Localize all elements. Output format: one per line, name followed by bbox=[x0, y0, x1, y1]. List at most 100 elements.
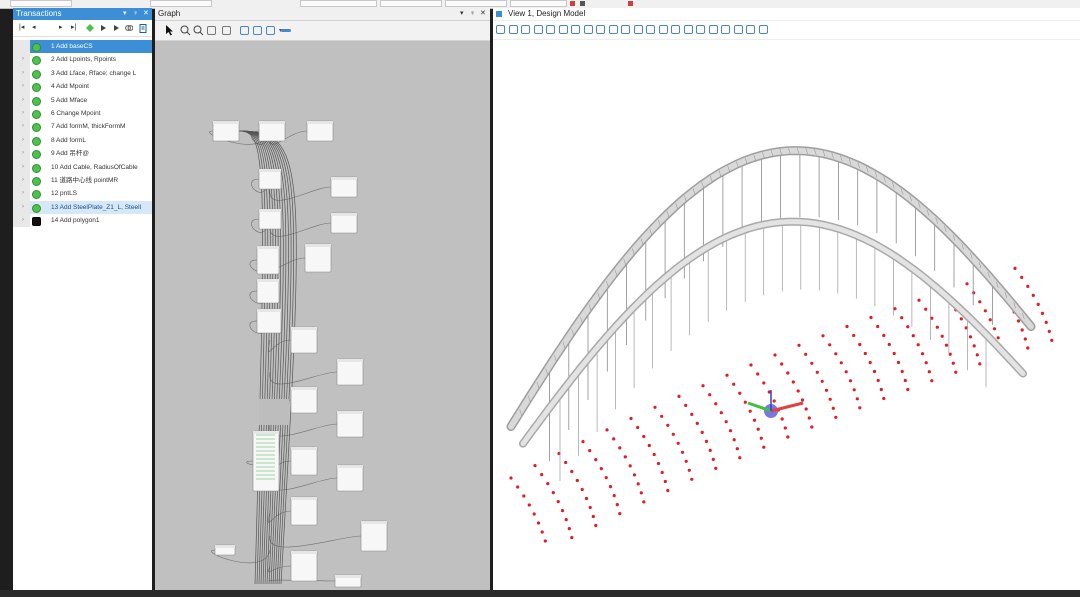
view-tool-icon[interactable] bbox=[696, 25, 705, 34]
layout-icon[interactable] bbox=[253, 26, 262, 35]
view-tool-icon[interactable] bbox=[646, 25, 655, 34]
transaction-row[interactable]: › 3 Add Lface, Rface; change L bbox=[13, 66, 152, 81]
view-tool-icon[interactable] bbox=[733, 25, 743, 34]
view-tool-icon[interactable] bbox=[633, 25, 643, 34]
expand-icon[interactable]: › bbox=[22, 67, 24, 80]
view-tool-icon[interactable] bbox=[708, 25, 718, 34]
view-tool-icon[interactable] bbox=[746, 25, 755, 34]
view-tool-icon[interactable] bbox=[583, 25, 593, 34]
view-tool-icon[interactable] bbox=[546, 25, 555, 34]
expand-icon[interactable]: › bbox=[22, 80, 24, 93]
expand-icon[interactable]: › bbox=[22, 201, 24, 214]
view-tool-icon[interactable] bbox=[758, 25, 768, 34]
toolbar-dropdown[interactable] bbox=[150, 0, 212, 7]
transaction-row[interactable]: › 10 Add Cable, RadiusOfCable bbox=[13, 160, 152, 174]
design-model-view[interactable] bbox=[493, 38, 1080, 590]
status-icon bbox=[32, 150, 41, 160]
view-tool-icon[interactable] bbox=[721, 25, 730, 34]
filter-icon[interactable] bbox=[281, 29, 291, 32]
link-icon[interactable] bbox=[125, 24, 134, 32]
view-tool-icon[interactable] bbox=[658, 25, 668, 34]
expand-icon[interactable]: › bbox=[22, 174, 24, 187]
arrow-right-icon[interactable] bbox=[99, 24, 107, 32]
zoom-out-icon[interactable] bbox=[193, 25, 204, 38]
add-transaction-icon[interactable] bbox=[86, 24, 94, 32]
document-icon[interactable] bbox=[139, 24, 147, 33]
transaction-row[interactable]: › 5 Add Mface bbox=[13, 93, 152, 107]
zoom-in-icon[interactable] bbox=[180, 25, 191, 38]
toolbar-dropdown[interactable] bbox=[10, 0, 72, 7]
expand-icon[interactable]: › bbox=[22, 134, 24, 147]
view-tool-icon[interactable] bbox=[558, 25, 568, 34]
transaction-row[interactable]: › 14 Add polygon1 bbox=[13, 214, 152, 228]
last-transaction-button[interactable]: ▸| bbox=[71, 24, 76, 32]
toolbar-dropdown[interactable] bbox=[380, 0, 442, 7]
view-tool-icon[interactable] bbox=[671, 25, 680, 34]
toolbar-icon[interactable] bbox=[628, 1, 633, 6]
dropdown-icon[interactable]: ▾ bbox=[123, 8, 127, 20]
graph-canvas[interactable] bbox=[155, 39, 490, 590]
expand-icon[interactable]: › bbox=[22, 147, 24, 160]
toolbar-icon[interactable] bbox=[570, 1, 575, 6]
transaction-row[interactable]: › 6 Change Mpoint bbox=[13, 106, 152, 121]
graph-node-header bbox=[259, 169, 281, 172]
layout-icon[interactable] bbox=[266, 26, 275, 35]
survey-point bbox=[1016, 319, 1021, 323]
view-tool-icon[interactable] bbox=[521, 25, 530, 34]
expand-icon[interactable]: › bbox=[22, 161, 24, 174]
pointer-icon[interactable] bbox=[165, 25, 174, 38]
survey-point bbox=[684, 459, 688, 463]
view-tool-icon[interactable] bbox=[596, 25, 605, 34]
view-tool-icon[interactable] bbox=[683, 25, 693, 34]
survey-point bbox=[564, 460, 568, 465]
first-transaction-button[interactable]: |◂ bbox=[19, 24, 24, 32]
zoom-area-icon[interactable] bbox=[207, 26, 216, 35]
close-icon[interactable]: ✕ bbox=[480, 8, 486, 20]
node-graph[interactable] bbox=[155, 39, 490, 590]
toolbar-icon[interactable] bbox=[580, 1, 585, 6]
transaction-row[interactable]: › 11 道路中心线 pointMR bbox=[13, 173, 152, 188]
toolbar-dropdown[interactable] bbox=[510, 0, 567, 7]
close-icon[interactable]: ✕ bbox=[143, 8, 149, 20]
view-tool-icon[interactable] bbox=[571, 25, 580, 34]
expand-icon[interactable]: › bbox=[22, 94, 24, 107]
view-tool-icon[interactable] bbox=[533, 25, 543, 34]
transaction-row[interactable]: 1 Add baseCS bbox=[13, 40, 152, 54]
view-tool-icon[interactable] bbox=[496, 25, 505, 34]
transaction-row[interactable]: › 12 pntLS bbox=[13, 187, 152, 201]
pin-icon[interactable]: ♀ bbox=[470, 8, 475, 20]
survey-point bbox=[570, 536, 574, 540]
transaction-row[interactable]: › 13 Add SteelPlate_Z1_L, SteelI bbox=[13, 200, 152, 215]
transaction-row[interactable]: › 7 Add formM, thickFormM bbox=[13, 120, 152, 134]
survey-point bbox=[780, 417, 784, 421]
survey-point bbox=[906, 325, 910, 329]
survey-point bbox=[924, 361, 928, 365]
expand-icon[interactable]: › bbox=[22, 53, 24, 66]
view-tool-icon[interactable] bbox=[608, 25, 618, 34]
transactions-toolbar: |◂ ◂ ▸ ▸| bbox=[13, 20, 152, 37]
expand-icon[interactable]: › bbox=[22, 107, 24, 120]
graph-toolbar: ▾ bbox=[155, 21, 490, 41]
transaction-row[interactable]: › 8 Add formL bbox=[13, 133, 152, 148]
previous-transaction-button[interactable]: ◂ bbox=[32, 24, 36, 32]
dropdown-icon[interactable]: ▾ bbox=[460, 8, 464, 20]
next-transaction-button[interactable]: ▸ bbox=[59, 24, 63, 32]
survey-point bbox=[647, 443, 651, 448]
design-model-canvas[interactable] bbox=[493, 38, 1080, 590]
toolbar-dropdown[interactable] bbox=[445, 0, 507, 7]
toolbar-dropdown[interactable] bbox=[300, 0, 377, 7]
view-tool-icon[interactable] bbox=[621, 25, 630, 34]
survey-point bbox=[666, 488, 670, 493]
transaction-row[interactable]: › 4 Add Mpoint bbox=[13, 80, 152, 94]
expand-icon[interactable]: › bbox=[22, 120, 24, 133]
pin-icon[interactable]: ♀ bbox=[133, 8, 138, 20]
view-tool-icon[interactable] bbox=[508, 25, 518, 34]
transaction-row[interactable]: › 9 Add 吊杆@ bbox=[13, 147, 152, 161]
expand-icon[interactable]: › bbox=[22, 214, 24, 227]
play-icon[interactable] bbox=[112, 24, 120, 32]
transaction-row[interactable]: › 2 Add Lpoints, Rpoints bbox=[13, 53, 152, 67]
layout-icon[interactable] bbox=[240, 26, 249, 35]
fit-view-icon[interactable] bbox=[222, 26, 231, 35]
survey-point bbox=[605, 428, 609, 432]
expand-icon[interactable]: › bbox=[22, 187, 24, 200]
